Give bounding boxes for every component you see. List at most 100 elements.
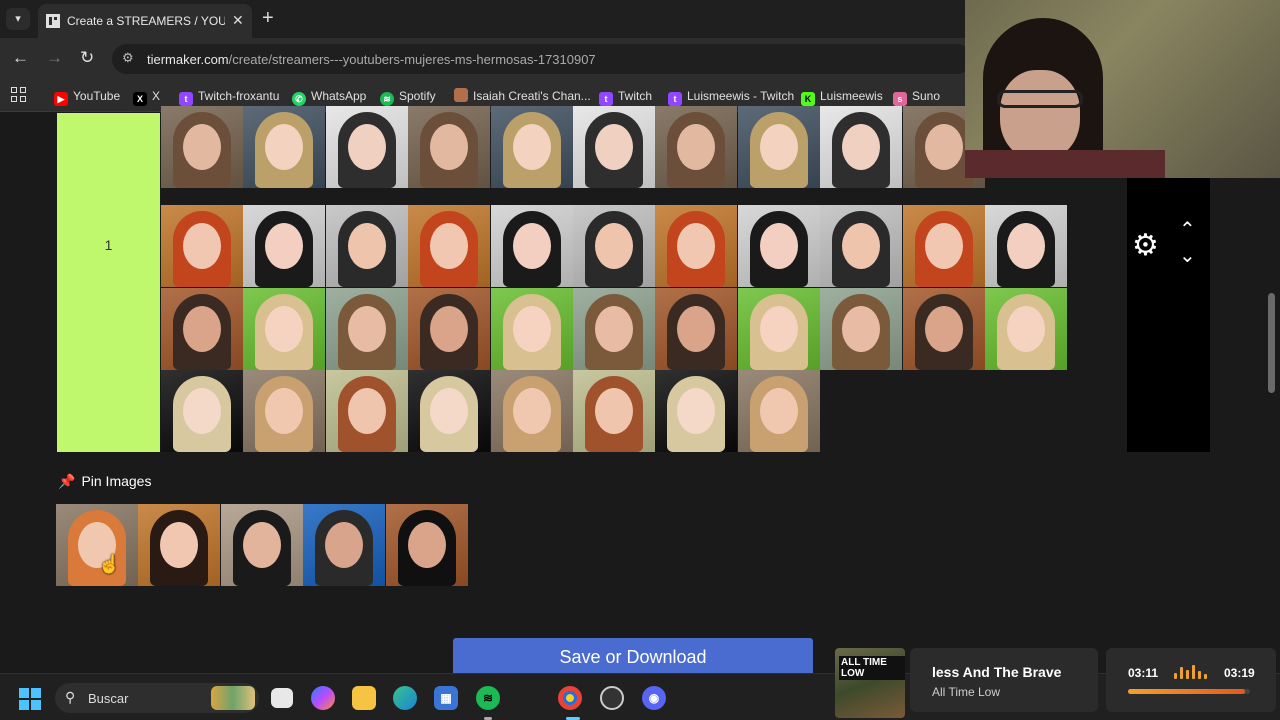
kick-icon: K [801,92,815,106]
tier-image[interactable] [325,370,408,452]
omnibox[interactable]: ⚙ tiermaker.com/create/streamers---youtu… [112,44,972,74]
bookmark-twitch-froxantu[interactable]: t Twitch-froxantu [179,86,279,106]
tier-image[interactable] [902,205,985,287]
tier-image[interactable] [490,205,573,287]
bookmark-spotify[interactable]: ≋ Spotify [380,86,436,106]
close-tab-icon[interactable]: ✕ [232,12,244,29]
tier-image[interactable] [737,106,820,188]
tier-image[interactable] [737,205,820,287]
tier-image[interactable] [655,370,738,452]
tier-image[interactable] [820,205,903,287]
copilot-icon[interactable] [311,686,335,710]
tier-image[interactable] [408,370,491,452]
tier-image[interactable] [902,288,985,370]
obs-icon[interactable] [600,686,624,710]
discord-icon[interactable]: ◉ [642,686,666,710]
tier-image[interactable] [985,288,1067,370]
microsoft-store-icon[interactable]: ▦ [434,686,458,710]
bookmark-luismeewis-twitch[interactable]: t Luismeewis - Twitch [668,86,794,106]
playback-progress-bar[interactable] [1128,689,1250,694]
url-text[interactable]: tiermaker.com/create/streamers---youtube… [147,52,596,67]
edge-icon[interactable] [393,686,417,710]
file-explorer-icon[interactable] [352,686,376,710]
apps-grid-icon[interactable] [11,87,27,103]
twitch-icon: t [668,92,682,106]
tab-tiermaker[interactable]: Create a STREAMERS / YOUTUBERS ✕ [38,4,252,38]
tier-image[interactable] [408,288,491,370]
song-title: less And The Brave [932,664,1062,680]
bookmark-luismeewis-kick[interactable]: K Luismeewis [801,86,883,106]
tier-image[interactable] [655,288,738,370]
tier-image[interactable] [325,205,408,287]
tier-image[interactable] [161,288,243,370]
taskbar-search[interactable]: ⚲ Buscar [55,683,259,713]
suno-icon: s [893,92,907,106]
tier-image[interactable] [490,288,573,370]
tier-image[interactable] [243,370,326,452]
pin-image[interactable] [220,504,303,586]
tab-title: Create a STREAMERS / YOUTUBERS [67,14,225,28]
now-playing-card: less And The Brave All Time Low [910,648,1098,712]
reload-icon[interactable]: ↻ [80,48,94,68]
tier-image[interactable] [243,288,326,370]
tiermaker-favicon-icon [46,14,60,28]
channel-avatar-icon [454,88,468,102]
tier-image[interactable] [408,205,491,287]
tier-image[interactable] [161,205,243,287]
tier-image[interactable] [161,106,243,188]
twitch-icon: t [599,92,613,106]
task-view-icon[interactable] [271,688,293,708]
chrome-icon[interactable] [558,686,582,710]
tiermaker-page: 1 ⚙ ⌃ ⌄ 📌 Pin Images ☝ Save or Download [0,106,1280,673]
scrollbar-thumb[interactable] [1268,293,1275,393]
tier-row-controls: ⚙ ⌃ ⌄ [1127,177,1210,452]
tier-row-label[interactable]: 1 [57,113,160,452]
tier-image[interactable] [820,106,903,188]
tier-image[interactable] [655,106,738,188]
new-tab-button[interactable]: + [262,7,274,30]
pin-image[interactable] [56,504,138,586]
bookmark-whatsapp[interactable]: ✆ WhatsApp [292,86,366,106]
tab-search-button[interactable]: ▾ [6,8,30,30]
pin-image[interactable] [138,504,221,586]
pin-images-heading: 📌 Pin Images [58,473,152,489]
tier-image[interactable] [737,370,820,452]
x-icon: X [133,92,147,106]
tier-label-text: 1 [104,237,113,253]
bookmark-isaiah-channel[interactable]: Isaiah Creati's Chan... [454,86,591,106]
tier-image[interactable] [408,106,491,188]
search-highlight-image [211,686,255,710]
tier-image[interactable] [243,106,326,188]
tier-image[interactable] [820,288,903,370]
tier-image[interactable] [325,106,408,188]
tier-image[interactable] [573,288,655,370]
back-arrow-icon[interactable]: ← [12,48,29,68]
tier-image[interactable] [655,205,738,287]
move-up-icon[interactable]: ⌃ [1179,217,1196,242]
site-info-icon[interactable]: ⚙ [122,50,134,66]
spotify-taskbar-icon[interactable]: ≋ [476,686,500,710]
gear-icon[interactable]: ⚙ [1132,228,1159,263]
tier-image[interactable] [573,205,655,287]
tier-image[interactable] [573,106,655,188]
forward-arrow-icon[interactable]: → [46,48,63,68]
tier-image[interactable] [161,370,243,452]
move-down-icon[interactable]: ⌄ [1179,243,1196,268]
bookmark-youtube[interactable]: ▶ YouTube [54,86,120,106]
tier-image[interactable] [985,205,1067,287]
tier-image[interactable] [573,370,655,452]
pin-image[interactable] [303,504,386,586]
tier-image[interactable] [490,370,573,452]
pin-image[interactable] [385,504,468,586]
bookmark-x[interactable]: XX [133,86,160,106]
save-or-download-button[interactable]: Save or Download [453,638,813,673]
bookmark-twitch[interactable]: t Twitch [599,86,652,106]
tier-image[interactable] [737,288,820,370]
youtube-icon: ▶ [54,92,68,106]
spotify-icon: ≋ [380,92,394,106]
bookmark-suno[interactable]: s Suno [893,86,940,106]
tier-image[interactable] [325,288,408,370]
windows-start-icon[interactable] [19,688,41,710]
tier-image[interactable] [243,205,326,287]
tier-image[interactable] [490,106,573,188]
